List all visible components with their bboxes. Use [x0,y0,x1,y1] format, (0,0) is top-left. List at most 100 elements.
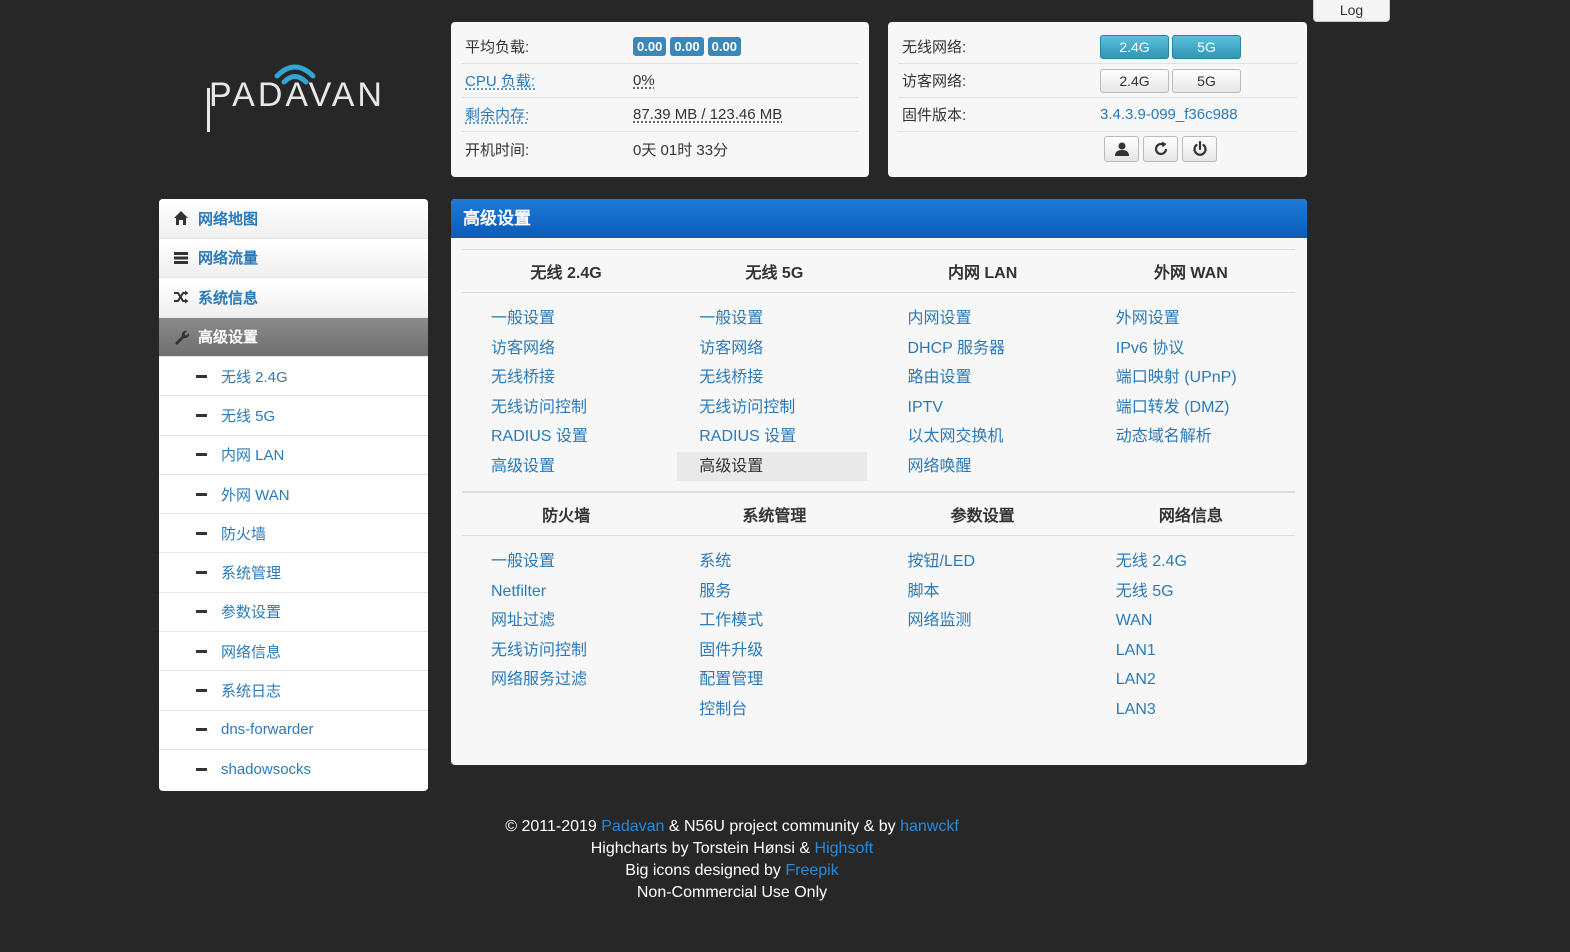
sidebar-sub-admin[interactable]: 系统管理 [159,553,428,593]
wireless-label: 无线网络: [902,39,967,56]
settings-link[interactable]: 无线访问控制 [480,393,658,423]
settings-link[interactable]: 无线桥接 [480,363,658,393]
settings-link[interactable]: IPv6 协议 [1105,334,1283,364]
sidebar-sub-netinfo[interactable]: 网络信息 [159,632,428,672]
sidebar-item-label: 高级设置 [198,329,259,347]
sidebar-sub-shadowsocks[interactable]: shadowsocks [159,749,428,790]
settings-link[interactable]: 一般设置 [688,304,866,334]
settings-link[interactable]: RADIUS 设置 [480,422,658,452]
settings-link[interactable]: 网络服务过滤 [480,665,658,695]
firmware-version-link[interactable]: 3.4.3.9-099_f36c988 [1100,106,1238,123]
wireless-24g-button[interactable]: 2.4G [1100,34,1169,59]
load-label: 平均负载: [465,39,530,56]
settings-link[interactable]: 脚本 [897,577,1075,607]
settings-link[interactable]: 以太网交换机 [897,422,1075,452]
settings-link[interactable]: IPTV [897,393,1075,423]
settings-link[interactable]: 高级设置 [677,451,867,481]
settings-link[interactable]: 无线访问控制 [688,393,866,423]
link-column: 一般设置 Netfilter 网址过滤 无线访问控制 网络服务过滤 [462,547,670,724]
dash-icon [196,413,207,417]
sub-label: 参数设置 [221,604,282,622]
sub-label: 防火墙 [221,525,267,543]
sidebar-sub-lan[interactable]: 内网 LAN [159,435,428,475]
sub-label: 内网 LAN [221,447,285,465]
settings-link[interactable]: Netfilter [480,577,658,607]
settings-link[interactable]: LAN3 [1105,695,1283,725]
padavan-link[interactable]: Padavan [601,818,664,835]
sub-label: shadowsocks [221,761,312,779]
settings-link[interactable]: 无线桥接 [688,363,866,393]
settings-link[interactable]: 动态域名解析 [1105,422,1283,452]
settings-link[interactable]: 端口转发 (DMZ) [1105,393,1283,423]
sub-label: 系统管理 [221,565,282,583]
section-heading: 外网 WAN [1153,265,1228,282]
settings-link[interactable]: 按钮/LED [897,547,1075,577]
user-button[interactable] [1104,136,1139,162]
settings-link[interactable]: 一般设置 [480,304,658,334]
settings-link[interactable]: 工作模式 [688,606,866,636]
link-column: 外网设置 IPv6 协议 端口映射 (UPnP) 端口转发 (DMZ) 动态域名解析 [1087,304,1295,481]
link-column: 内网设置 DHCP 服务器 路由设置 IPTV 以太网交换机 网络唤醒 [879,304,1087,481]
guest-24g-button[interactable]: 2.4G [1100,68,1169,93]
settings-link[interactable]: 无线 2.4G [1105,547,1283,577]
cpu-load-link[interactable]: CPU 负载: [461,70,633,91]
settings-link[interactable]: DHCP 服务器 [897,334,1075,364]
dash-icon [196,768,207,772]
sidebar-sub-wireless-24g[interactable]: 无线 2.4G [159,357,428,397]
settings-link[interactable]: 内网设置 [897,304,1075,334]
sidebar-item-traffic[interactable]: 网络流量 [159,238,428,278]
settings-link[interactable]: 网络监测 [897,606,1075,636]
settings-link[interactable]: 网络唤醒 [897,452,1075,482]
guest-5g-button[interactable]: 5G [1172,68,1241,93]
free-memory-link[interactable]: 剩余内存: [461,104,633,125]
sidebar-sub-syslog[interactable]: 系统日志 [159,671,428,711]
sidebar-sub-params[interactable]: 参数设置 [159,592,428,633]
settings-link[interactable]: 控制台 [688,695,866,725]
settings-link[interactable]: WAN [1105,606,1283,636]
power-icon [1192,140,1207,156]
sidebar-item-network-map[interactable]: 网络地图 [159,199,428,239]
section-heading: 防火墙 [542,508,591,525]
settings-link[interactable]: 路由设置 [897,363,1075,393]
settings-link[interactable]: RADIUS 设置 [688,422,866,452]
sidebar-item-system-info[interactable]: 系统信息 [159,278,428,318]
power-button[interactable] [1182,136,1217,162]
free-memory-value: 87.39 MB / 123.46 MB [633,106,783,123]
sidebar-sub-dns-forwarder[interactable]: dns-forwarder [159,710,428,750]
page-title: 高级设置 [451,199,1307,238]
sub-label: dns-forwarder [221,721,314,739]
logo-text: PADAVAN [209,76,385,114]
sidebar-item-label: 网络流量 [198,250,259,268]
sidebar-sub-wan[interactable]: 外网 WAN [159,474,428,515]
freepik-link[interactable]: Freepik [785,862,838,879]
uptime-label: 开机时间: [465,141,530,159]
sidebar-sub-wireless-5g[interactable]: 无线 5G [159,396,428,436]
highsoft-link[interactable]: Highsoft [815,840,874,857]
sidebar-sub-firewall[interactable]: 防火墙 [159,514,428,554]
settings-link[interactable]: 系统 [688,547,866,577]
settings-link[interactable]: 无线 5G [1105,577,1283,607]
reboot-button[interactable] [1143,136,1178,162]
dash-icon [196,728,207,732]
hanwckf-link[interactable]: hanwckf [900,818,959,835]
settings-link[interactable]: 访客网络 [480,334,658,364]
settings-link[interactable]: 服务 [688,577,866,607]
settings-link[interactable]: 外网设置 [1105,304,1283,334]
settings-link[interactable]: 访客网络 [688,334,866,364]
settings-link[interactable]: 一般设置 [480,547,658,577]
settings-link[interactable]: 高级设置 [480,452,658,482]
settings-link[interactable]: 固件升级 [688,636,866,666]
shuffle-icon [171,289,191,305]
log-tab[interactable]: Log [1313,0,1390,22]
settings-link[interactable]: 端口映射 (UPnP) [1105,363,1283,393]
settings-link[interactable]: LAN2 [1105,665,1283,695]
link-column: 系统 服务 工作模式 固件升级 配置管理 控制台 [670,547,878,724]
link-column: 无线 2.4G 无线 5G WAN LAN1 LAN2 LAN3 [1087,547,1295,724]
settings-link[interactable]: LAN1 [1105,636,1283,666]
section-heading: 无线 2.4G [530,265,602,282]
settings-link[interactable]: 网址过滤 [480,606,658,636]
settings-link[interactable]: 配置管理 [688,665,866,695]
settings-link[interactable]: 无线访问控制 [480,636,658,666]
wireless-5g-button[interactable]: 5G [1172,34,1241,59]
sidebar-item-advanced[interactable]: 高级设置 [159,317,428,357]
